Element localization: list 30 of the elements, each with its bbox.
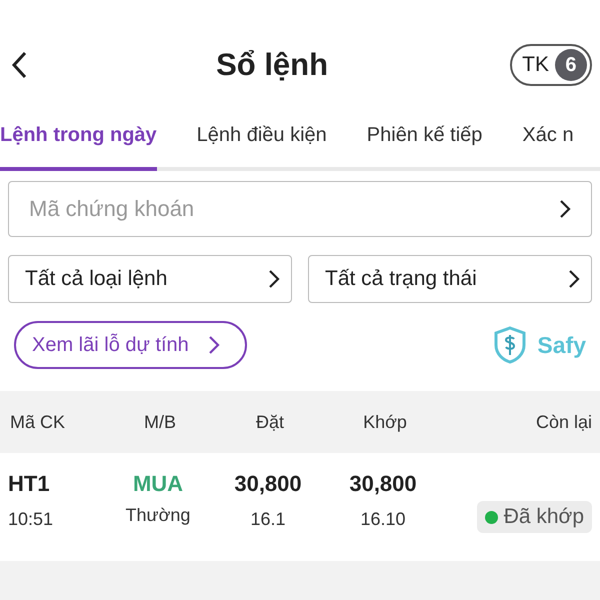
column-header: M/B [142,412,177,432]
chevron-icon [567,269,581,289]
filter-dropdown[interactable]: Tất cả trạng thái [308,255,592,303]
tab[interactable]: Lệnh trong ngày [0,118,157,171]
account-button[interactable]: TK 6 [510,44,592,86]
column-header: Đặt [254,412,285,432]
status-text: Đã khớp [504,505,584,529]
quantity-text: 16.1 [250,509,286,530]
order-type-text: Thường [126,505,190,526]
chevron-icon [558,199,572,219]
price-text: 30,800 [234,471,302,497]
column-header: Khớp [362,412,408,432]
search-field[interactable]: Mã chứng khoán [8,181,592,237]
account-number: 6 [554,49,587,81]
matched-price-text: 30,800 [349,471,417,497]
profit-button[interactable]: Xem lãi lỗ dự tính [14,321,247,369]
column-header: Mã CK [10,412,66,432]
chevron-icon [206,335,221,355]
side-text: MUA [132,471,184,497]
chevron-icon [267,269,281,289]
tab[interactable]: Phiên kế tiếp [366,118,482,171]
matched-quantity-text: 16.10 [360,509,406,530]
symbol-text: HT1 [8,471,50,497]
tab[interactable]: Lệnh điều kiện [196,118,327,171]
column-header: Còn lại [534,412,592,432]
time-text: 10:51 [8,509,54,530]
tab[interactable]: Xác n [522,118,574,171]
page-title: Sổ lệnh [216,47,328,83]
shield-dollar-icon [493,326,528,364]
filter-dropdown[interactable]: Tất cả loại lệnh [8,255,292,303]
